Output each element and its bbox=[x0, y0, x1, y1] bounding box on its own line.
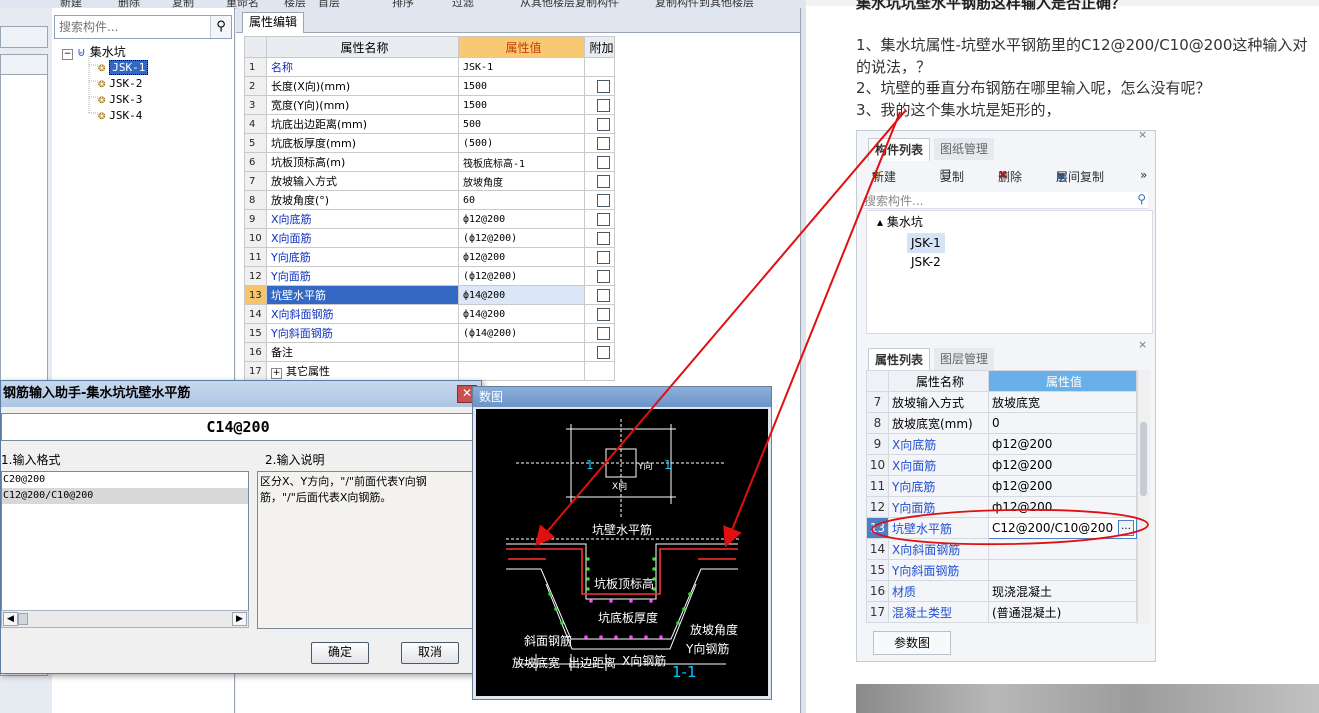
annotation-arrow-right bbox=[723, 111, 901, 548]
annotation-overlay bbox=[534, 109, 1149, 548]
annotation-arrow-left bbox=[534, 109, 907, 547]
annotation-circle bbox=[871, 508, 1149, 546]
